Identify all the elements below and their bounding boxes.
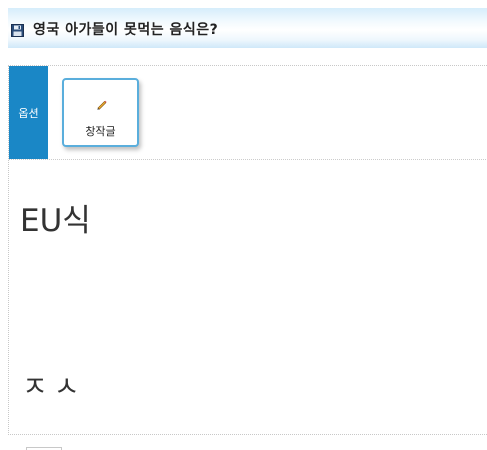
post-content: EU식 ㅈㅅ xyxy=(9,160,487,434)
post-panel: 옵션 창작글 EU식 ㅈㅅ xyxy=(8,65,487,435)
write-post-label: 창작글 xyxy=(85,125,116,138)
toolbar: 옵션 창작글 xyxy=(9,66,487,160)
write-post-button[interactable]: 창작글 xyxy=(62,78,139,147)
post-text-line: ㅈㅅ xyxy=(22,370,86,403)
page-title: 영국 아가들이 못먹는 음식은? xyxy=(33,22,219,38)
options-tab[interactable]: 옵션 xyxy=(9,66,48,159)
save-icon xyxy=(11,24,24,37)
options-label: 옵션 xyxy=(18,106,39,120)
pencil-icon xyxy=(97,100,107,110)
post-text-line: EU식 xyxy=(20,203,91,239)
title-bar: 영국 아가들이 못먹는 음식은? xyxy=(8,8,487,48)
page: 영국 아가들이 못먹는 음식은? 옵션 창작글 EU식 ㅈㅅ xyxy=(0,0,487,450)
